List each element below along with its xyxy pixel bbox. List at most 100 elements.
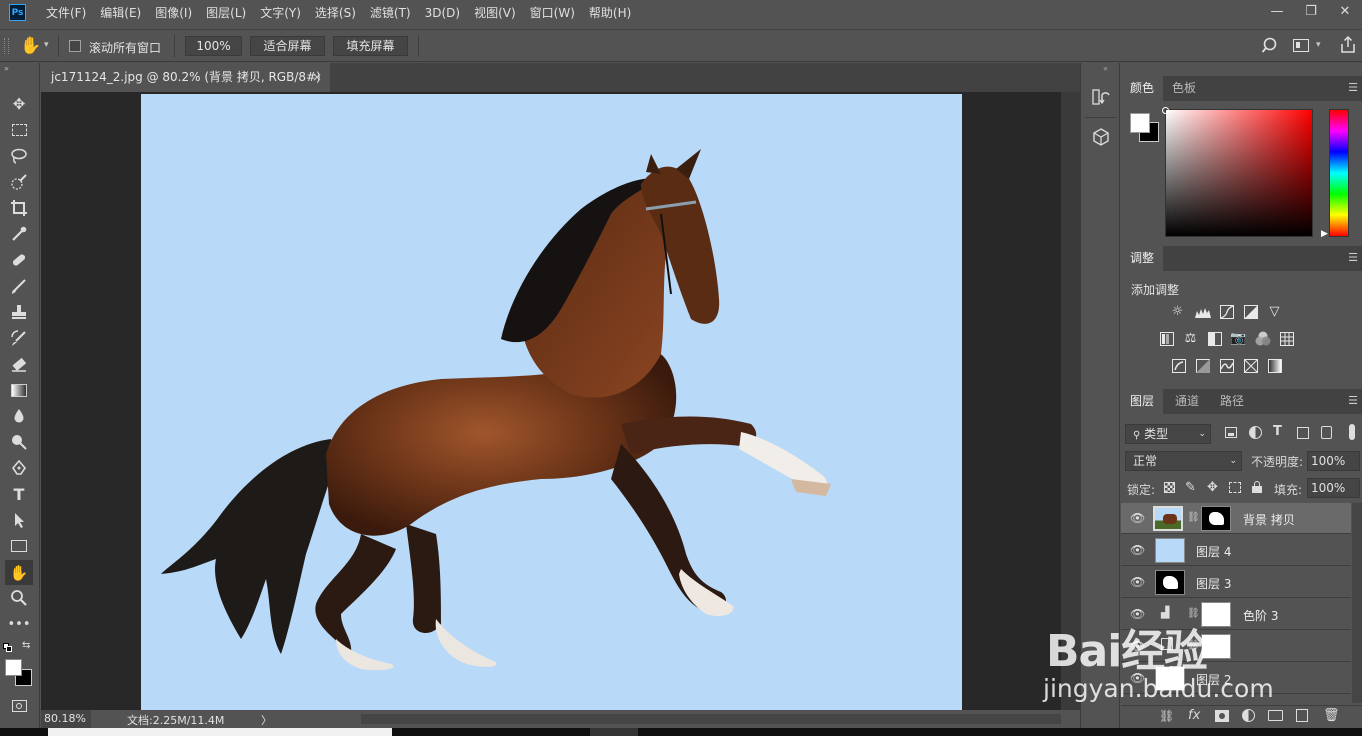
color-lookup-icon[interactable]	[1278, 331, 1295, 346]
brush-tool-icon[interactable]	[8, 275, 30, 297]
rectangle-tool-icon[interactable]	[8, 535, 30, 557]
document-tab[interactable]: jc171124_2.jpg @ 80.2% (背景 拷贝, RGB/8#) *…	[40, 63, 330, 112]
selective-color-icon[interactable]	[1242, 358, 1259, 373]
lock-image-icon[interactable]: ✎	[1185, 480, 1196, 495]
layers-panel-menu-icon[interactable]: ☰	[1348, 394, 1358, 407]
fx-icon[interactable]: fx	[1188, 708, 1200, 723]
taskbar-item[interactable]	[590, 728, 638, 736]
black-white-icon[interactable]	[1206, 331, 1223, 346]
tab-layers[interactable]: 图层	[1121, 389, 1164, 414]
color-panel-menu-icon[interactable]: ☰	[1348, 81, 1358, 94]
tab-paths[interactable]: 路径	[1211, 389, 1253, 414]
brightness-contrast-icon[interactable]: ☼	[1169, 304, 1186, 319]
expand-panels-icon[interactable]: «	[1103, 64, 1108, 73]
taskbar-item[interactable]	[48, 728, 392, 736]
delete-layer-icon[interactable]: 🗑	[1323, 708, 1340, 723]
tab-adjustments[interactable]: 调整	[1121, 246, 1164, 271]
layer-row[interactable]: 👁 图层 3	[1121, 567, 1351, 598]
add-mask-icon[interactable]	[1215, 710, 1229, 722]
move-tool-icon[interactable]: ✥	[8, 93, 30, 115]
color-balance-icon[interactable]: ⚖	[1182, 331, 1199, 346]
menu-type[interactable]: 文字(Y)	[260, 4, 301, 21]
zoom-100-button[interactable]: 100%	[185, 36, 242, 56]
dodge-tool-icon[interactable]	[8, 431, 30, 453]
tool-preset-chevron-icon[interactable]: ▾	[44, 40, 49, 50]
layer-name[interactable]: 图层 4	[1196, 543, 1231, 560]
exposure-icon[interactable]	[1242, 304, 1259, 319]
fit-screen-button[interactable]: 适合屏幕	[250, 36, 325, 56]
close-window-button[interactable]: ✕	[1328, 0, 1362, 25]
lock-all-icon[interactable]	[1252, 481, 1262, 493]
3d-panel-icon[interactable]	[1092, 127, 1110, 147]
close-tab-icon[interactable]: ×	[312, 63, 322, 91]
menu-image[interactable]: 图像(I)	[155, 4, 192, 21]
filter-pixel-icon[interactable]	[1225, 427, 1237, 438]
collapse-panels-icon[interactable]: »	[4, 64, 9, 73]
curves-icon[interactable]	[1218, 304, 1235, 319]
posterize-icon[interactable]	[1194, 358, 1211, 373]
eye-icon[interactable]: 👁	[1130, 575, 1145, 589]
zoom-tool-icon[interactable]	[8, 587, 30, 609]
status-menu-arrow[interactable]: 〉	[261, 712, 272, 728]
new-group-icon[interactable]	[1268, 710, 1283, 721]
fill-screen-button[interactable]: 填充屏幕	[333, 36, 408, 56]
path-selection-tool-icon[interactable]	[8, 509, 30, 531]
vibrance-icon[interactable]: ▽	[1266, 304, 1283, 319]
menu-edit[interactable]: 编辑(E)	[100, 4, 141, 21]
layer-name[interactable]: 色阶 3	[1243, 607, 1278, 624]
gradient-tool-icon[interactable]	[8, 379, 30, 401]
search-icon[interactable]	[1261, 36, 1280, 56]
fill-field[interactable]: 100%	[1307, 478, 1360, 498]
options-grip[interactable]	[4, 38, 9, 54]
edit-toolbar-icon[interactable]: •••	[8, 613, 31, 635]
adjustments-panel-menu-icon[interactable]: ☰	[1348, 251, 1358, 264]
foreground-color-swatch[interactable]	[5, 659, 22, 676]
eye-icon[interactable]: 👁	[1130, 511, 1145, 525]
filter-toggle-switch[interactable]	[1349, 424, 1355, 440]
lasso-tool-icon[interactable]	[8, 145, 30, 167]
menu-3d[interactable]: 3D(D)	[425, 6, 460, 20]
hand-tool-active-icon[interactable]: ✋	[5, 560, 33, 585]
horizontal-scrollbar[interactable]	[361, 714, 1061, 724]
opacity-field[interactable]: 100%	[1307, 451, 1360, 471]
workspace-chevron-icon[interactable]: ▾	[1316, 40, 1321, 50]
layer-row[interactable]: 👁 图层 4	[1121, 535, 1351, 566]
chain-link-icon[interactable]: ⛓	[1187, 512, 1200, 523]
clone-stamp-tool-icon[interactable]	[8, 301, 30, 323]
hue-slider-handle-icon[interactable]: ▶	[1321, 229, 1328, 239]
tab-channels[interactable]: 通道	[1166, 389, 1208, 414]
invert-icon[interactable]	[1170, 358, 1187, 373]
marquee-tool-icon[interactable]	[8, 119, 30, 141]
restore-button[interactable]: ❐	[1294, 0, 1328, 25]
history-panel-icon[interactable]	[1092, 87, 1110, 109]
layer-name[interactable]: 图层 3	[1196, 575, 1231, 592]
menu-window[interactable]: 窗口(W)	[530, 4, 575, 21]
photo-filter-icon[interactable]: 📷	[1230, 331, 1247, 346]
pen-tool-icon[interactable]	[8, 457, 30, 479]
layer-name[interactable]: 背景 拷贝	[1243, 511, 1295, 528]
tab-color[interactable]: 颜色	[1121, 76, 1164, 101]
layer-row[interactable]: 👁 ⛓ 背景 拷贝	[1121, 503, 1351, 534]
minimize-button[interactable]: —	[1260, 0, 1294, 25]
channel-mixer-icon[interactable]	[1254, 331, 1271, 346]
menu-view[interactable]: 视图(V)	[474, 4, 516, 21]
share-icon[interactable]	[1339, 35, 1357, 55]
hand-tool-icon[interactable]: ✋	[20, 36, 41, 56]
quick-selection-tool-icon[interactable]	[8, 171, 30, 193]
layer-filter-dropdown[interactable]: ⚲ 类型 ⌄	[1125, 424, 1211, 444]
workspace-icon[interactable]	[1293, 39, 1309, 52]
type-tool-icon[interactable]: T	[8, 483, 30, 505]
default-colors-icon[interactable]	[3, 643, 13, 652]
canvas-workspace[interactable]	[41, 92, 1061, 710]
scroll-all-checkbox[interactable]	[69, 40, 81, 52]
blend-mode-dropdown[interactable]: 正常 ⌄	[1125, 451, 1242, 471]
filter-shape-icon[interactable]	[1297, 427, 1309, 439]
lock-position-icon[interactable]: ✥	[1207, 480, 1218, 495]
new-layer-icon[interactable]	[1296, 709, 1308, 722]
swap-colors-icon[interactable]: ⇆	[22, 640, 30, 651]
menu-select[interactable]: 选择(S)	[315, 4, 356, 21]
link-layers-icon[interactable]: ⛓	[1159, 709, 1174, 723]
menu-help[interactable]: 帮助(H)	[589, 4, 631, 21]
new-adjustment-layer-icon[interactable]	[1242, 709, 1255, 722]
document-canvas[interactable]	[141, 94, 962, 710]
